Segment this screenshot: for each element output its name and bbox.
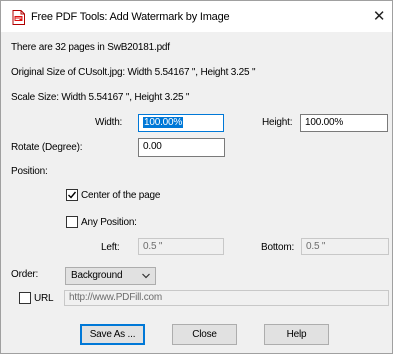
- position-label: Position:: [11, 166, 48, 177]
- watermark-dialog: Free PDF Tools: Add Watermark by Image ✕…: [0, 0, 393, 354]
- center-label: Center of the page: [81, 190, 161, 201]
- original-size-text: Original Size of CUsolt.jpg: Width 5.541…: [11, 67, 256, 78]
- pdf-file-icon: [12, 10, 25, 25]
- center-checkbox[interactable]: [66, 189, 78, 201]
- url-checkbox[interactable]: [19, 292, 31, 304]
- order-dropdown[interactable]: Background: [65, 267, 156, 285]
- checkmark-icon: [68, 191, 77, 199]
- width-value: 100.00%: [143, 117, 184, 128]
- url-input[interactable]: http://www.PDFill.com: [64, 290, 389, 306]
- title-bar: Free PDF Tools: Add Watermark by Image ✕: [1, 1, 392, 32]
- url-label: URL: [34, 293, 54, 304]
- window-title: Free PDF Tools: Add Watermark by Image: [31, 11, 230, 23]
- width-input[interactable]: 100.00%: [138, 114, 224, 132]
- save-as-button[interactable]: Save As ...: [80, 324, 145, 345]
- any-position-label: Any Position:: [81, 217, 137, 228]
- height-input[interactable]: 100.00%: [300, 114, 388, 132]
- left-input[interactable]: 0.5 ": [138, 238, 224, 255]
- rotate-label: Rotate (Degree):: [11, 142, 83, 153]
- scale-size-text: Scale Size: Width 5.54167 ", Height 3.25…: [11, 92, 190, 103]
- width-label: Width:: [95, 117, 123, 128]
- any-position-checkbox[interactable]: [66, 216, 78, 228]
- rotate-input[interactable]: 0.00: [138, 138, 225, 157]
- order-selected-value: Background: [71, 270, 123, 281]
- page-count-text: There are 32 pages in SwB20181.pdf: [11, 42, 170, 53]
- bottom-label: Bottom:: [261, 242, 295, 253]
- close-button[interactable]: Close: [172, 324, 237, 345]
- close-window-button[interactable]: ✕: [368, 6, 390, 28]
- chevron-down-icon: [142, 273, 150, 279]
- order-label: Order:: [11, 269, 39, 280]
- height-label: Height:: [262, 117, 293, 128]
- help-button[interactable]: Help: [264, 324, 329, 345]
- bottom-input[interactable]: 0.5 ": [301, 238, 389, 255]
- left-label: Left:: [101, 242, 120, 253]
